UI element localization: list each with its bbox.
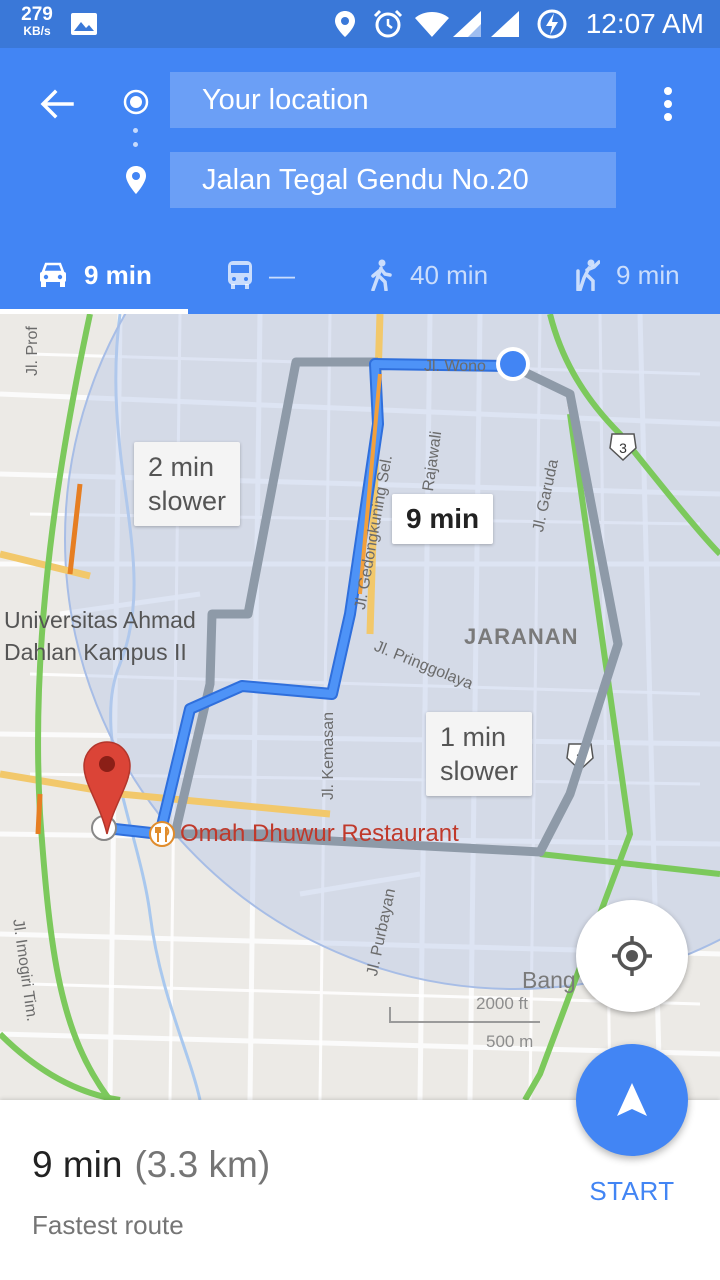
route-description: Fastest route xyxy=(32,1210,184,1240)
route-time: 9 min xyxy=(32,1144,123,1185)
more-vert-icon xyxy=(664,87,672,121)
route-summary: 9 min (3.3 km) xyxy=(32,1140,270,1190)
tab-transit[interactable]: — xyxy=(227,236,295,314)
tab-walking[interactable]: 40 min xyxy=(368,236,488,314)
start-label[interactable]: START xyxy=(570,1176,694,1207)
origin-field[interactable]: Your location xyxy=(170,72,616,128)
network-speed-value: 279 xyxy=(21,4,53,25)
street-label-wono: Jl. Wono xyxy=(424,358,486,375)
arrow-back-icon xyxy=(40,89,74,119)
travel-mode-tabs: 9 min — 40 min 9 min xyxy=(0,236,720,314)
my-location-button[interactable] xyxy=(576,900,688,1012)
tab-driving[interactable]: 9 min xyxy=(38,236,152,314)
tab-transit-label: — xyxy=(269,259,295,290)
start-navigation-button[interactable] xyxy=(576,1044,688,1156)
area-label-jaranan: JARANAN xyxy=(464,624,579,649)
status-bar: 279 KB/s 12:07 AM xyxy=(0,0,720,48)
clock: 12:07 AM xyxy=(585,8,704,39)
destination-field[interactable]: Jalan Tegal Gendu No.20 xyxy=(170,152,616,208)
tab-walking-label: 40 min xyxy=(410,259,489,290)
network-speed-unit: KB/s xyxy=(23,24,51,38)
place-label-university[interactable]: Universitas Ahmad Dahlan Kampus II xyxy=(4,604,196,668)
back-button[interactable] xyxy=(30,78,82,130)
directions-header: Your location Jalan Tegal Gendu No.20 9 … xyxy=(0,48,720,314)
highway-badge-1-text: 3 xyxy=(619,440,627,456)
image-icon xyxy=(70,0,98,48)
restaurant-icon[interactable] xyxy=(149,821,175,847)
street-label-prof: Jl. Prof xyxy=(24,326,41,376)
place-label-bang: Bang xyxy=(522,967,576,993)
scale-meters: 500 m xyxy=(486,1032,534,1051)
more-options-button[interactable] xyxy=(650,78,686,130)
current-location-dot[interactable] xyxy=(500,351,526,377)
restaurant-label[interactable]: Omah Dhuwur Restaurant xyxy=(180,820,459,848)
tab-driving-label: 9 min xyxy=(84,259,152,290)
route-callout-alt-west[interactable]: 2 min slower xyxy=(134,442,241,526)
signal-icon-1 xyxy=(452,0,482,48)
navigation-arrow-icon xyxy=(617,1083,647,1116)
battery-charging-icon xyxy=(536,0,568,48)
alarm-icon xyxy=(372,0,404,48)
wifi-icon xyxy=(414,0,450,48)
transit-icon xyxy=(228,261,252,289)
route-callout-selected[interactable]: 9 min xyxy=(392,494,494,544)
ride-icon xyxy=(576,259,600,291)
walk-icon xyxy=(371,259,392,291)
destination-pin-icon xyxy=(120,162,152,198)
street-label-kemasan: Jl. Kemasan xyxy=(320,711,337,800)
car-icon xyxy=(40,262,66,287)
route-dots xyxy=(133,128,139,156)
location-icon xyxy=(334,0,356,48)
signal-icon-2 xyxy=(490,0,520,48)
crosshair-icon xyxy=(612,936,652,976)
origin-icon xyxy=(120,86,152,118)
tab-ride-label: 9 min xyxy=(616,259,680,290)
route-callout-alt-east[interactable]: 1 min slower xyxy=(426,712,533,796)
tab-ride[interactable]: 9 min xyxy=(572,236,680,314)
scale-feet: 2000 ft xyxy=(476,994,528,1013)
network-speed: 279 KB/s xyxy=(16,5,58,37)
route-distance: (3.3 km) xyxy=(134,1144,271,1185)
